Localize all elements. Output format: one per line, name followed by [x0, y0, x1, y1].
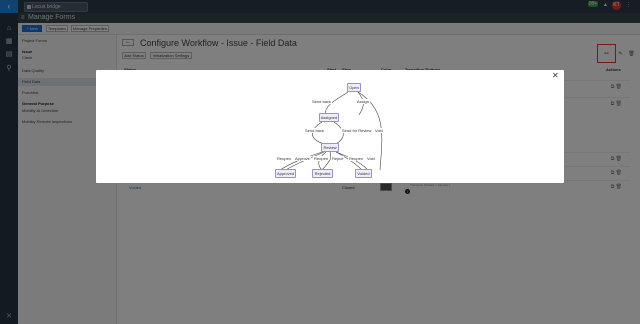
edge-label-send-back: Send back	[311, 99, 332, 104]
edge-assigned-review	[333, 121, 344, 145]
node-rejected[interactable]: Rejected	[312, 169, 333, 178]
edge-review-assigned	[312, 121, 325, 145]
edge-label-approve: Approve	[294, 156, 311, 161]
edge-label-reject: Reject	[331, 156, 345, 161]
edge-label-send-back-2: Send back	[304, 128, 325, 133]
edge-review-voided	[335, 151, 363, 171]
edge-label-reopen: Reopen	[276, 156, 293, 161]
edge-label-send-for-review: Send for Review	[341, 128, 373, 133]
workflow-diagram-modal: ✕ Open Assigned Review Approved Rejected…	[96, 70, 564, 183]
node-assigned[interactable]: Assigned	[319, 113, 339, 122]
node-review[interactable]: Review	[321, 143, 339, 152]
edge-label-void-2: Void	[366, 156, 376, 161]
edge-review-rejected	[318, 151, 327, 171]
edge-label-assign: Assign	[356, 99, 371, 104]
workflow-diagram	[279, 91, 383, 171]
edge-review-approved	[285, 151, 325, 171]
edge-label-reopen-3: Reopen	[348, 156, 365, 161]
node-approved[interactable]: Approved	[275, 169, 296, 178]
edge-approved-review	[279, 151, 323, 171]
node-voided[interactable]: Voided	[355, 169, 372, 178]
node-open[interactable]: Open	[347, 83, 361, 92]
edge-label-void: Void	[374, 128, 384, 133]
edge-label-reopen-2: Reopen	[313, 156, 330, 161]
